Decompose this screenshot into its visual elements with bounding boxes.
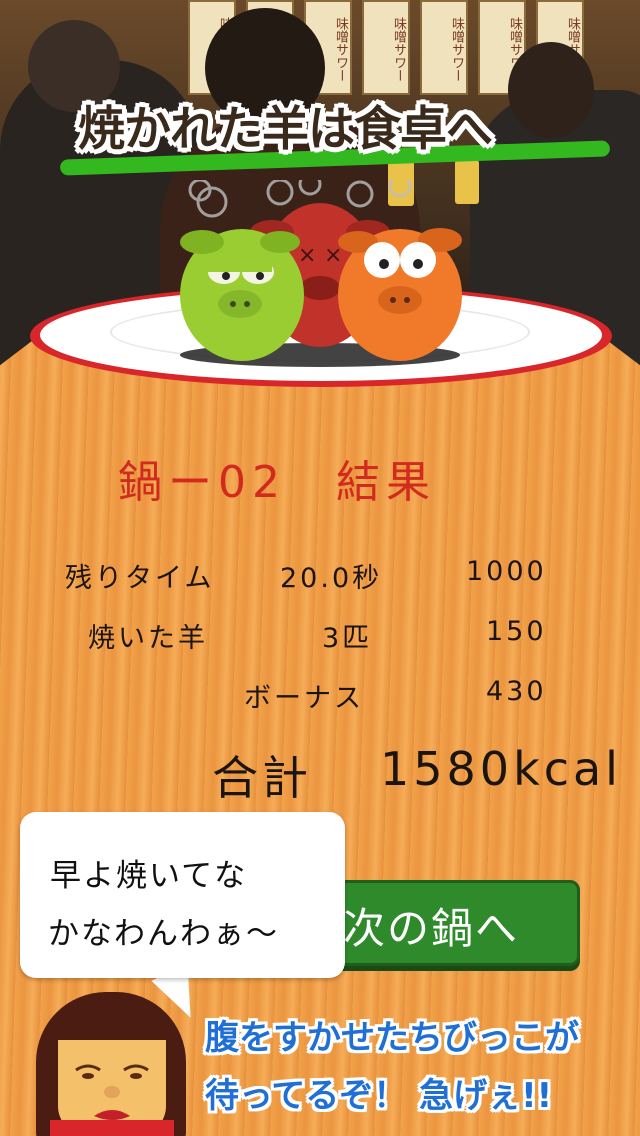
row-bonus-score: 430 [486,676,547,707]
green-sheep-icon [180,229,304,361]
row-time-detail: 20.0秒 [280,563,383,594]
orange-sheep-icon [338,228,462,361]
speech-bubble: 早よ焼いてな かなわんわぁ〜 [20,812,345,978]
total-value: 1580kcal [380,742,622,796]
row-sheep-label: 焼いた羊 [88,623,208,654]
caption-line-1: 腹をすかせたちびっこが [205,1018,579,1058]
girl-bangs [52,1000,172,1040]
girl-shirt [50,1120,174,1136]
row-sheep-score: 150 [486,616,547,647]
row-sheep-detail: 3匹 [322,623,373,654]
burnt-sheep-group: × × [180,180,462,367]
page-title: 焼かれた羊は食卓へ [78,102,493,157]
svg-text:×: × [324,243,342,268]
total-label: 合計 [212,751,312,805]
result-title: 鍋ー02 結果 [118,457,436,508]
row-time-label: 残りタイム [65,563,215,594]
menu-strip: 味噌サワー [420,0,468,95]
menu-strip: 味噌サワー [362,0,410,95]
next-pot-button-label: 次の鍋へ [343,904,520,953]
game-result-screen: 味噌サワー味噌サワー味噌サワー味噌サワー味噌サワー味噌サワー味噌サワー 550円… [0,0,640,1136]
speech-line-1: 早よ焼いてな [50,858,248,894]
caption-line-2: 待ってるぞ！ 急げぇ!! [205,1076,553,1116]
svg-text:×: × [298,243,316,268]
row-time-score: 1000 [466,556,547,587]
speech-line-2: かなわんわぁ〜 [48,916,279,952]
row-bonus-label: ボーナス [244,683,364,714]
